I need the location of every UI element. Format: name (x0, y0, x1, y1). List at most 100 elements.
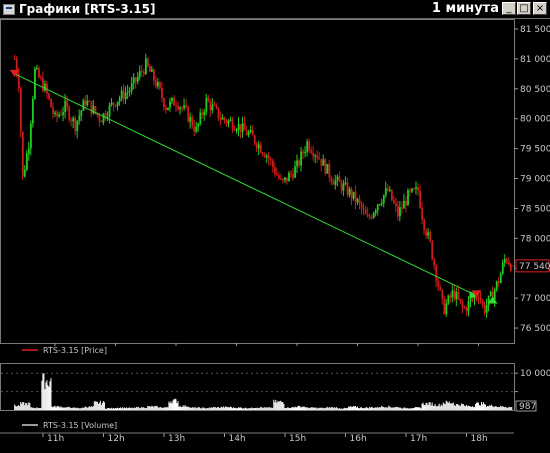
bear-candle (269, 159, 272, 161)
bear-candle (471, 299, 474, 301)
bull-candle (124, 92, 127, 100)
bear-candle (409, 190, 411, 192)
bull-candle (348, 188, 351, 195)
bull-candle (118, 98, 121, 102)
price-tick-label: 78 500 (520, 204, 550, 214)
bull-candle (342, 183, 345, 191)
bull-candle (241, 122, 244, 133)
bear-candle (401, 207, 403, 209)
bear-candle (302, 151, 305, 154)
bear-candle (272, 160, 274, 168)
bear-candle (159, 82, 161, 89)
price-tick-label: 77 000 (520, 294, 550, 304)
bull-candle (427, 232, 430, 236)
bull-candle (455, 291, 458, 300)
bull-candle (374, 210, 377, 214)
bull-candle (399, 207, 401, 217)
bear-candle (259, 144, 262, 153)
bear-candle (215, 105, 218, 108)
bear-candle (140, 71, 143, 73)
bull-candle (132, 77, 135, 84)
bear-candle (350, 188, 353, 199)
price-tick-label: 79 000 (520, 175, 550, 185)
bull-candle (229, 120, 232, 122)
bull-candle (58, 114, 61, 117)
bear-candle (419, 190, 422, 208)
bull-candle (82, 100, 85, 111)
bear-candle (431, 240, 434, 260)
bear-candle (146, 58, 149, 67)
bull-candle (411, 188, 413, 192)
bear-candle (366, 214, 369, 217)
bull-candle (221, 117, 224, 120)
volume-legend-label: RTS-3.15 [Volume] (43, 421, 117, 430)
bull-candle (284, 177, 286, 181)
bear-candle (429, 232, 432, 241)
bear-candle (155, 80, 157, 87)
bull-candle (322, 159, 325, 166)
bear-candle (481, 300, 484, 305)
time-tick-label: 15h (289, 434, 306, 444)
price-tick-label: 79 500 (520, 145, 550, 155)
bull-candle (503, 259, 506, 264)
bear-candle (173, 97, 175, 106)
bull-candle (136, 76, 139, 82)
bear-candle (443, 298, 446, 314)
bear-candle (263, 154, 266, 158)
bear-candle (449, 295, 452, 298)
bear-candle (324, 159, 327, 174)
bull-candle (64, 100, 67, 113)
chart-canvas[interactable]: 81 500 81 000 80 500 80 000 79 500 79 000 78 5… (0, 0, 550, 453)
bear-candle (74, 117, 77, 132)
bear-candle (201, 112, 204, 115)
bear-candle (332, 181, 335, 185)
bull-candle (126, 91, 129, 93)
bear-candle (421, 207, 424, 220)
bear-candle (40, 77, 42, 79)
bear-candle (56, 112, 59, 117)
bear-candle (233, 129, 236, 131)
bear-candle (165, 107, 167, 111)
bull-candle (179, 107, 182, 110)
bear-candle (21, 131, 24, 177)
bull-candle (296, 160, 298, 167)
bull-candle (407, 190, 409, 206)
bull-candle (265, 155, 268, 158)
bear-candle (207, 97, 210, 102)
bear-candle (364, 209, 367, 215)
bear-candle (340, 181, 343, 191)
bear-candle (52, 107, 54, 114)
bull-candle (380, 202, 383, 205)
volume-tick-label: 10 000 (520, 369, 550, 379)
bear-candle (13, 58, 16, 60)
bear-candle (278, 175, 280, 179)
bull-candle (288, 173, 290, 182)
bull-candle (447, 295, 450, 304)
bear-candle (483, 304, 486, 313)
price-tick-label: 80 000 (520, 115, 550, 125)
bull-candle (257, 144, 260, 149)
bull-candle (487, 295, 490, 306)
bear-candle (280, 178, 282, 180)
bear-candle (261, 152, 264, 155)
bear-candle (354, 191, 357, 203)
bull-candle (495, 281, 498, 290)
bull-candle (86, 101, 89, 106)
bear-candle (397, 205, 399, 217)
bear-candle (213, 104, 216, 106)
bull-candle (306, 141, 309, 152)
time-tick-label: 14h (229, 434, 246, 444)
bear-candle (461, 301, 464, 308)
bull-candle (54, 112, 56, 114)
bear-candle (134, 77, 137, 82)
bear-candle (395, 203, 397, 206)
bear-candle (209, 101, 212, 111)
bear-candle (423, 219, 426, 231)
bear-candle (187, 106, 190, 122)
bull-candle (62, 112, 65, 115)
trend-line[interactable] (14, 73, 476, 296)
bear-candle (497, 281, 500, 283)
bear-candle (142, 71, 145, 74)
current-volume-label: 987 (519, 402, 536, 412)
bull-candle (334, 180, 337, 185)
